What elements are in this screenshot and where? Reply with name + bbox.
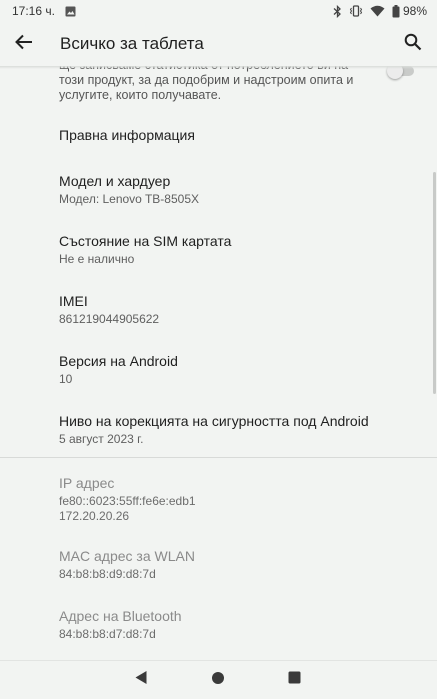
bluetooth-address-item: Адрес на Bluetooth 84:b8:b8:d7:d8:7d	[59, 607, 399, 642]
item-subtitle: 172.20.20.26	[59, 509, 130, 523]
section-divider	[0, 457, 437, 458]
battery-icon	[392, 4, 400, 18]
model-hardware-item[interactable]: Модел и хардуер Модел: Lenovo TB-8505X	[59, 172, 399, 207]
search-button[interactable]	[391, 22, 435, 66]
nav-recents-button[interactable]	[284, 670, 304, 690]
status-bar: 17:16 ч. 98%	[0, 0, 437, 22]
ip-address-item: IP адрес fe80::6023:55ff:fe6e:edb1 172.2…	[59, 474, 399, 524]
item-title: IP адрес	[59, 475, 115, 491]
item-title: IMEI	[59, 293, 88, 309]
search-icon	[404, 33, 422, 56]
battery-percent: 98%	[402, 4, 427, 18]
status-time: 17:16 ч.	[12, 4, 55, 18]
item-subtitle: fe80::6023:55ff:fe6e:edb1	[59, 494, 196, 508]
item-title: Правна информация	[59, 127, 195, 143]
item-title: Версия на Android	[59, 353, 178, 369]
square-recents-icon	[288, 671, 301, 689]
item-title: Ниво на корекцията на сигурността под An…	[59, 413, 369, 429]
page-title: Всичко за таблета	[60, 34, 204, 53]
wlan-mac-item: MAC адрес за WLAN 84:b8:b8:d9:d8:7d	[59, 547, 399, 582]
item-title: Модел и хардуер	[59, 173, 171, 189]
nav-back-button[interactable]	[131, 670, 151, 690]
usage-statistics-description: ще записваме статистика от потреблението…	[59, 66, 354, 102]
circle-home-icon	[211, 671, 225, 690]
back-button[interactable]	[2, 22, 46, 66]
item-subtitle: 84:b8:b8:d7:d8:7d	[59, 627, 156, 641]
sim-status-item[interactable]: Състояние на SIM картата Не е налично	[59, 232, 399, 267]
item-subtitle: 861219044905622	[59, 312, 160, 326]
app-bar-shadow	[0, 66, 437, 69]
item-title: Адрес на Bluetooth	[59, 608, 182, 624]
item-subtitle: Модел: Lenovo TB-8505X	[59, 192, 200, 206]
image-icon	[65, 6, 76, 17]
nav-home-button[interactable]	[208, 670, 228, 690]
settings-list[interactable]: ще записваме статистика от потреблението…	[0, 66, 437, 660]
triangle-back-icon	[134, 670, 148, 690]
scrollbar[interactable]	[433, 172, 436, 394]
wifi-icon	[370, 5, 385, 17]
item-title: MAC адрес за WLAN	[59, 548, 195, 564]
arrow-back-icon	[15, 33, 33, 56]
item-subtitle: 84:b8:b8:d9:d8:7d	[59, 567, 156, 581]
navigation-bar	[0, 660, 437, 699]
bluetooth-icon	[333, 4, 342, 18]
android-version-item[interactable]: Версия на Android 10	[59, 352, 399, 387]
security-patch-item[interactable]: Ниво на корекцията на сигурността под An…	[59, 412, 399, 447]
item-subtitle: Не е налично	[59, 252, 135, 266]
vibrate-icon	[349, 5, 363, 17]
legal-info-item[interactable]: Правна информация	[59, 126, 399, 144]
app-bar: Всичко за таблета	[0, 22, 437, 66]
item-subtitle: 10	[59, 372, 73, 386]
imei-item[interactable]: IMEI 861219044905622	[59, 292, 399, 327]
item-title: Състояние на SIM картата	[59, 233, 232, 249]
battery-indicator: 98%	[392, 4, 427, 18]
item-subtitle: 5 август 2023 г.	[59, 432, 144, 446]
